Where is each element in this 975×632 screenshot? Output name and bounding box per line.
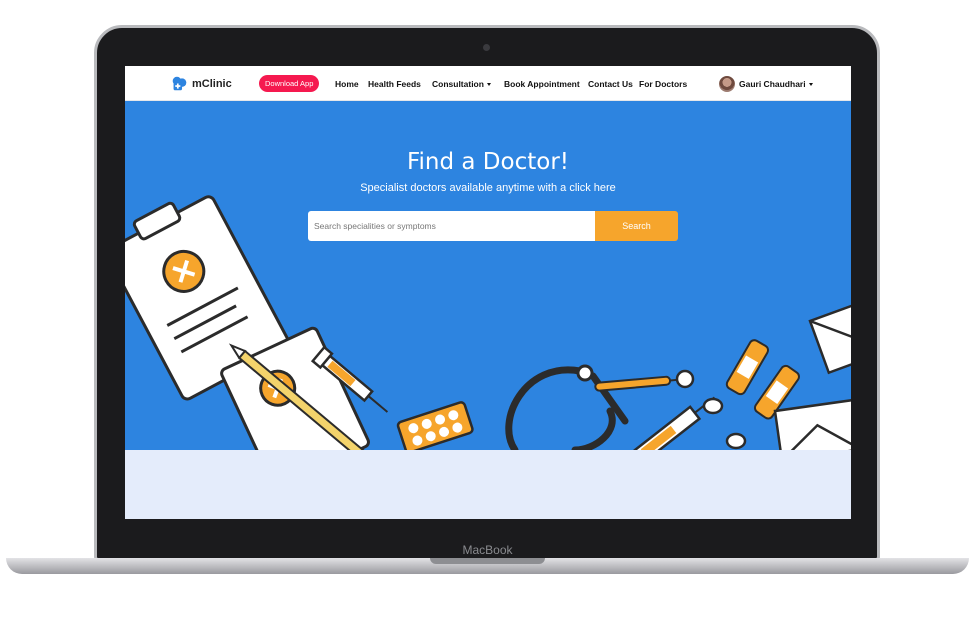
brand-name: mClinic <box>192 77 232 90</box>
nav-consultation-label: Consultation <box>432 79 484 89</box>
hero-banner: Find a Doctor! Specialist doctors availa… <box>125 101 851 450</box>
device-label: MacBook <box>462 543 513 557</box>
hero-title: Find a Doctor! <box>406 149 570 175</box>
thermometer-icon <box>594 375 684 392</box>
brand[interactable]: mClinic <box>171 75 232 92</box>
envelope-icon <box>808 295 851 375</box>
nav-health-feeds[interactable]: Health Feeds <box>368 79 421 89</box>
chevron-down-icon <box>808 83 813 86</box>
nav-for-doctors[interactable]: For Doctors <box>639 79 687 89</box>
search-input[interactable] <box>308 211 595 241</box>
hero-subtitle: Specialist doctors available anytime wit… <box>360 182 616 194</box>
search-button[interactable]: Search <box>595 211 678 241</box>
avatar[interactable] <box>719 76 735 92</box>
bandage-icon <box>725 339 769 396</box>
user-menu[interactable]: Gauri Chaudhari <box>739 79 813 89</box>
camera-icon <box>483 44 490 51</box>
nav-home[interactable]: Home <box>335 79 359 89</box>
clinic-logo-icon <box>172 76 187 91</box>
nav-consultation[interactable]: Consultation <box>432 79 491 89</box>
user-name: Gauri Chaudhari <box>739 79 806 89</box>
screen: mClinic Download App Home Health Feeds C… <box>125 66 851 519</box>
chevron-down-icon <box>486 83 491 86</box>
pill-pack-icon <box>396 401 474 450</box>
laptop-mockup: MacBook mClinic Download App Home Health… <box>0 0 975 632</box>
content-section <box>125 450 851 519</box>
nav-contact-us[interactable]: Contact Us <box>588 79 633 89</box>
navbar: mClinic Download App Home Health Feeds C… <box>125 66 851 101</box>
laptop-base-notch <box>430 558 545 564</box>
nav-book-appointment[interactable]: Book Appointment <box>504 79 580 89</box>
download-app-button[interactable]: Download App <box>259 75 320 92</box>
envelope-icon <box>773 398 851 450</box>
